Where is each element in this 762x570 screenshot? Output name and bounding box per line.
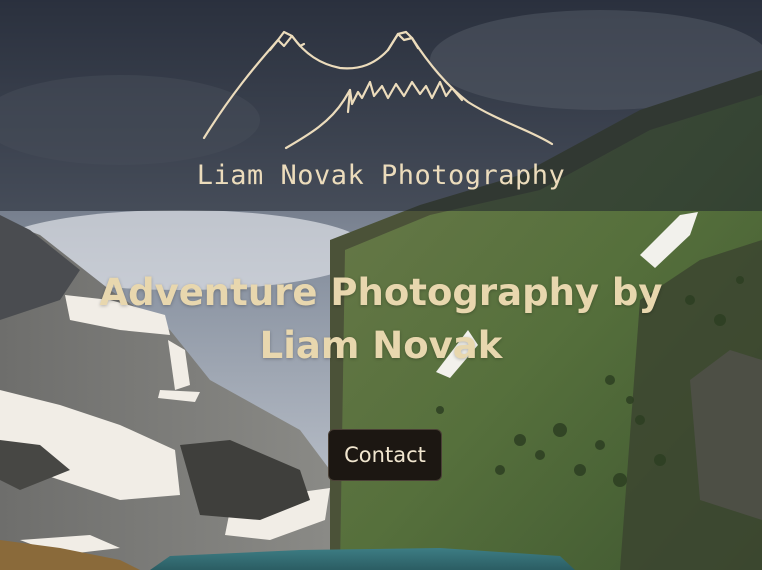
hero-title: Adventure Photography by Liam Novak <box>99 271 663 367</box>
site-header: Liam Novak Photography <box>0 0 762 211</box>
mountain-outline-logo-icon[interactable] <box>200 26 560 154</box>
contact-button[interactable]: Contact <box>328 429 442 481</box>
brand-name[interactable]: Liam Novak Photography <box>0 160 762 191</box>
